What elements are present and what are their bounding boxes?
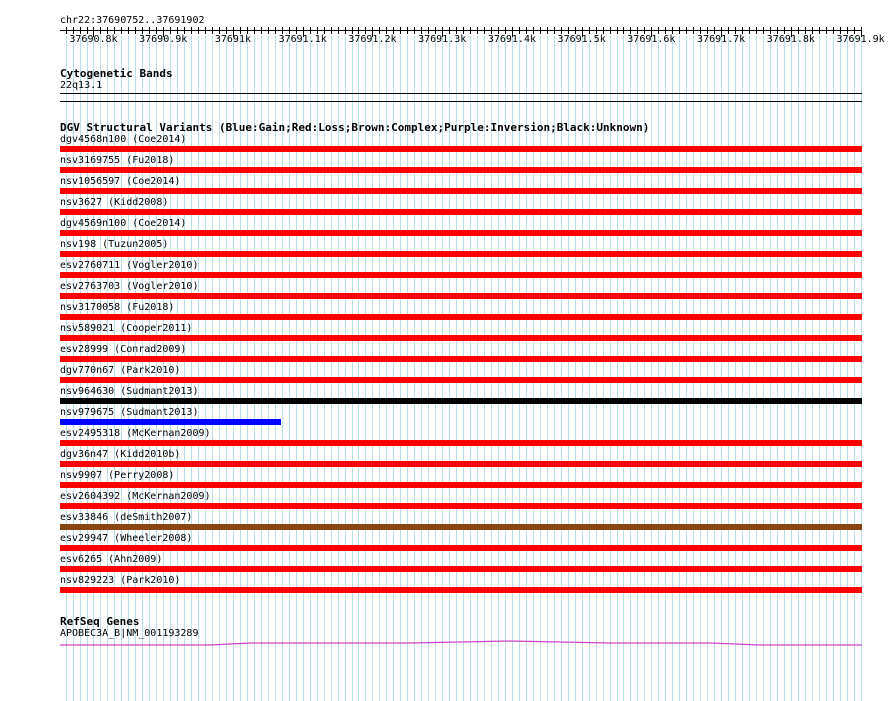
variant-label[interactable]: esv2495318 (McKernan2009) bbox=[60, 428, 211, 440]
variant-bar-loss[interactable] bbox=[60, 503, 862, 509]
refseq-gene-glyph[interactable] bbox=[0, 630, 890, 655]
ruler-tick-label: 37691.4k bbox=[487, 34, 536, 45]
ruler-tick-label: 37691.2k bbox=[348, 34, 397, 45]
ruler-tick-label: 37691.7k bbox=[697, 34, 746, 45]
variant-label[interactable]: dgv4568n100 (Coe2014) bbox=[60, 134, 186, 146]
ruler-tick-label: 37690.8k bbox=[69, 34, 118, 45]
variant-bar-gain[interactable] bbox=[60, 419, 282, 425]
refseq-track-title: RefSeq Genes bbox=[60, 615, 140, 628]
variant-label[interactable]: esv2604392 (McKernan2009) bbox=[60, 491, 211, 503]
variant-bar-loss[interactable] bbox=[60, 188, 862, 194]
variant-bar-loss[interactable] bbox=[60, 293, 862, 299]
variant-label[interactable]: nsv1056597 (Coe2014) bbox=[60, 176, 180, 188]
variant-label[interactable]: nsv829223 (Park2010) bbox=[60, 575, 180, 587]
gene-intron-line bbox=[60, 640, 862, 646]
variant-bar-unknown[interactable] bbox=[60, 398, 862, 404]
dgv-track-title: DGV Structural Variants (Blue:Gain;Red:L… bbox=[60, 121, 650, 134]
variant-label[interactable]: esv6265 (Ahn2009) bbox=[60, 554, 162, 566]
variant-bar-loss[interactable] bbox=[60, 335, 862, 341]
ruler-tick-label: 37691.9k bbox=[836, 34, 885, 45]
variant-bar-loss[interactable] bbox=[60, 356, 862, 362]
variant-bar-loss[interactable] bbox=[60, 482, 862, 488]
variant-label[interactable]: nsv589021 (Cooper2011) bbox=[60, 323, 192, 335]
variant-label[interactable]: nsv9907 (Perry2008) bbox=[60, 470, 174, 482]
cytoband-line bbox=[60, 93, 862, 94]
variant-label[interactable]: esv2760711 (Vogler2010) bbox=[60, 260, 198, 272]
ruler-tick-label: 37691.1k bbox=[278, 34, 327, 45]
variant-label[interactable]: dgv36n47 (Kidd2010b) bbox=[60, 449, 180, 461]
ruler-tick-label: 37691.6k bbox=[627, 34, 676, 45]
ruler-tick-label: 37691.8k bbox=[766, 34, 815, 45]
track-divider bbox=[60, 101, 862, 102]
variant-label[interactable]: nsv964630 (Sudmant2013) bbox=[60, 386, 198, 398]
variant-label[interactable]: nsv3627 (Kidd2008) bbox=[60, 197, 168, 209]
variant-label[interactable]: nsv198 (Tuzun2005) bbox=[60, 239, 168, 251]
variant-label[interactable]: esv28999 (Conrad2009) bbox=[60, 344, 186, 356]
variant-label[interactable]: nsv3169755 (Fu2018) bbox=[60, 155, 174, 167]
variant-bar-loss[interactable] bbox=[60, 272, 862, 278]
variant-bar-loss[interactable] bbox=[60, 461, 862, 467]
variant-label[interactable]: dgv770n67 (Park2010) bbox=[60, 365, 180, 377]
variant-label[interactable]: nsv3170058 (Fu2018) bbox=[60, 302, 174, 314]
variant-label[interactable]: dgv4569n100 (Coe2014) bbox=[60, 218, 186, 230]
variant-bar-loss[interactable] bbox=[60, 146, 862, 152]
variant-label[interactable]: esv2763703 (Vogler2010) bbox=[60, 281, 198, 293]
variant-label[interactable]: nsv979675 (Sudmant2013) bbox=[60, 407, 198, 419]
variant-bar-loss[interactable] bbox=[60, 230, 862, 236]
variant-bar-loss[interactable] bbox=[60, 251, 862, 257]
cytobands-track-title: Cytogenetic Bands bbox=[60, 67, 173, 80]
ruler-tick-label: 37691.3k bbox=[418, 34, 467, 45]
genome-browser-view: chr22:37690752..37691902 37690.8k 37690.9… bbox=[0, 0, 890, 701]
variant-bar-loss[interactable] bbox=[60, 545, 862, 551]
variant-bar-loss[interactable] bbox=[60, 566, 862, 572]
variant-bar-loss[interactable] bbox=[60, 314, 862, 320]
variant-label[interactable]: esv29947 (Wheeler2008) bbox=[60, 533, 192, 545]
variant-bar-loss[interactable] bbox=[60, 440, 862, 446]
ruler-tick-label: 37691k bbox=[214, 34, 251, 45]
variant-bar-loss[interactable] bbox=[60, 209, 862, 215]
variant-bar-loss[interactable] bbox=[60, 587, 862, 593]
variant-bar-loss[interactable] bbox=[60, 167, 862, 173]
ruler-tick-label: 37691.5k bbox=[557, 34, 606, 45]
cytoband-label: 22q13.1 bbox=[60, 80, 103, 91]
ruler-tick-label: 37690.9k bbox=[139, 34, 188, 45]
variant-bar-complex[interactable] bbox=[60, 524, 862, 530]
variant-label[interactable]: esv33846 (deSmith2007) bbox=[60, 512, 192, 524]
variant-bar-loss[interactable] bbox=[60, 377, 862, 383]
